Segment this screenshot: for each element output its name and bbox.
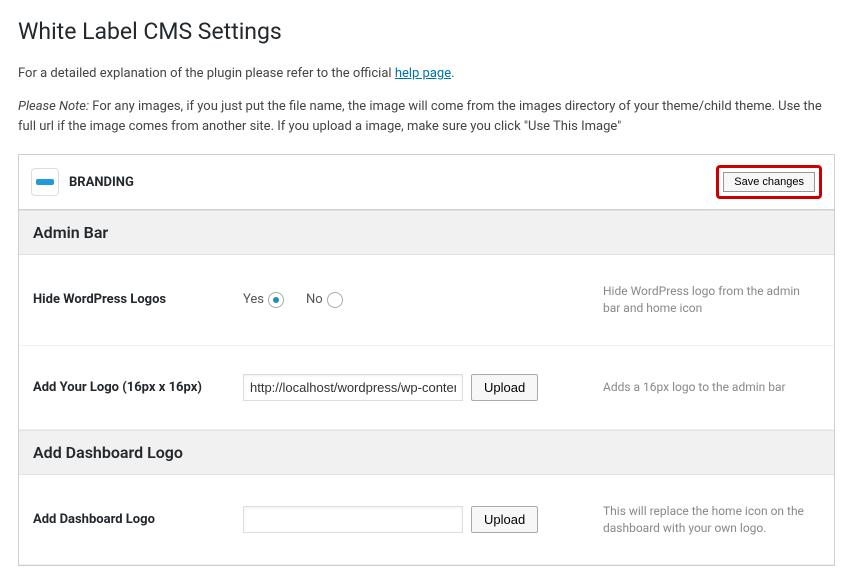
radio-no-label: No <box>306 292 323 307</box>
radio-no-circle <box>327 292 343 308</box>
hide-logos-control: Yes No <box>243 292 573 308</box>
save-highlight: Save changes <box>716 165 822 199</box>
dashboard-logo-input[interactable] <box>243 506 463 533</box>
note-text: Please Note: For any images, if you just… <box>18 97 835 136</box>
save-button[interactable]: Save changes <box>723 172 815 192</box>
add-logo-label: Add Your Logo (16px x 16px) <box>33 380 243 395</box>
note-body: For any images, if you just put the file… <box>18 99 822 134</box>
radio-yes-circle <box>268 292 284 308</box>
dashboard-logo-upload-button[interactable]: Upload <box>471 506 538 533</box>
panel-header: BRANDING Save changes <box>19 155 834 210</box>
hide-logos-label: Hide WordPress Logos <box>33 292 243 307</box>
radio-yes[interactable]: Yes <box>243 292 284 308</box>
settings-panel: BRANDING Save changes Admin Bar Hide Wor… <box>18 154 835 566</box>
add-logo-upload-button[interactable]: Upload <box>471 374 538 401</box>
help-page-link[interactable]: help page <box>395 66 451 81</box>
radio-no[interactable]: No <box>306 292 343 308</box>
dashboard-logo-label: Add Dashboard Logo <box>33 512 243 527</box>
intro-text: For a detailed explanation of the plugin… <box>18 65 835 83</box>
section-admin-bar: Admin Bar <box>19 210 834 255</box>
panel-title: BRANDING <box>69 175 134 190</box>
dashboard-logo-help: This will replace the home icon on the d… <box>573 503 820 537</box>
intro-suffix: . <box>451 66 454 81</box>
row-dashboard-logo: Add Dashboard Logo Upload This will repl… <box>19 475 834 566</box>
row-add-logo: Add Your Logo (16px x 16px) Upload Adds … <box>19 346 834 430</box>
section-dashboard-logo: Add Dashboard Logo <box>19 430 834 475</box>
add-logo-input[interactable] <box>243 374 463 401</box>
hide-logos-help: Hide WordPress logo from the admin bar a… <box>573 283 820 317</box>
add-logo-control: Upload <box>243 374 573 401</box>
page-title: White Label CMS Settings <box>18 18 835 45</box>
intro-prefix: For a detailed explanation of the plugin… <box>18 66 395 81</box>
note-prefix: Please Note: <box>18 99 89 114</box>
row-hide-logos: Hide WordPress Logos Yes No Hide WordPre… <box>19 255 834 346</box>
dashboard-logo-control: Upload <box>243 506 573 533</box>
add-logo-help: Adds a 16px logo to the admin bar <box>573 379 820 396</box>
branding-icon <box>31 168 59 196</box>
radio-yes-label: Yes <box>243 292 264 307</box>
panel-header-left: BRANDING <box>31 168 134 196</box>
